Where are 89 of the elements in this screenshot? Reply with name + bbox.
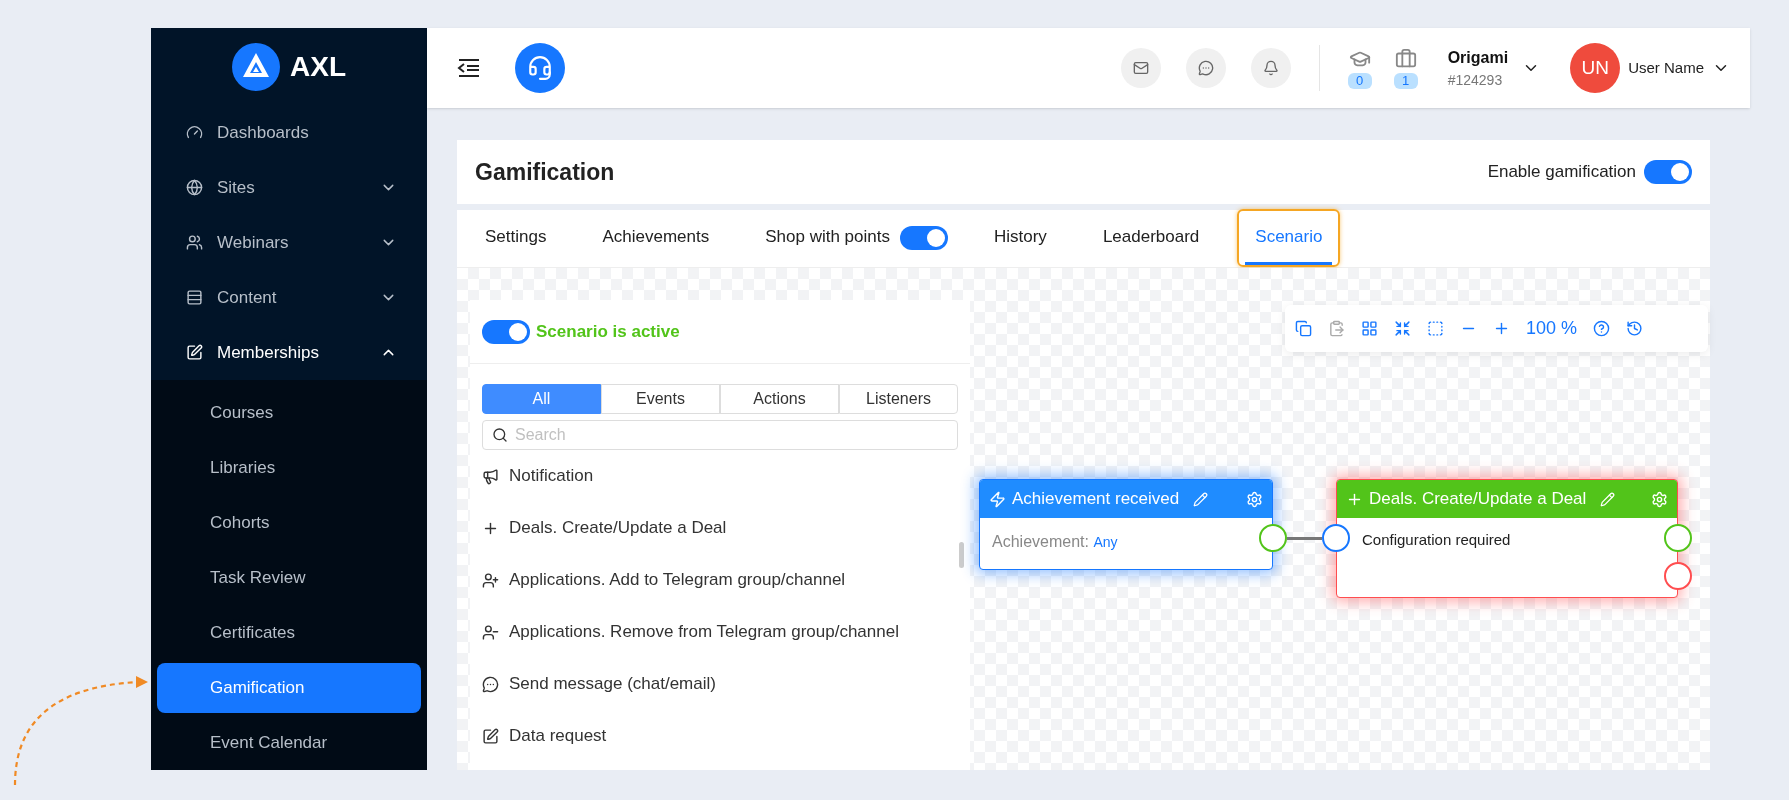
element-item[interactable]: Send message (chat/email) bbox=[470, 658, 970, 710]
node-status: Configuration required bbox=[1362, 531, 1511, 548]
nav-item[interactable]: Memberships bbox=[151, 325, 427, 380]
element-item[interactable]: Deals. Create/Update a Deal bbox=[470, 502, 970, 554]
tab[interactable]: History bbox=[983, 211, 1057, 265]
copy-icon[interactable] bbox=[1295, 320, 1312, 337]
fit-icon[interactable] bbox=[1394, 320, 1411, 337]
tab[interactable]: Shop with points bbox=[755, 211, 900, 265]
zoom-level: 100 % bbox=[1526, 317, 1578, 340]
mail-button[interactable] bbox=[1120, 48, 1161, 88]
headset-icon bbox=[527, 55, 553, 81]
scenario-node[interactable]: Deals. Create/Update a Deal Configuration required bbox=[1336, 479, 1678, 598]
frame-icon[interactable] bbox=[1427, 320, 1444, 337]
paste-icon[interactable] bbox=[1328, 320, 1345, 337]
element-item[interactable]: Applications. Remove from Telegram group/channel bbox=[470, 606, 970, 658]
settings-icon[interactable] bbox=[1246, 490, 1263, 508]
filter-tab[interactable]: Listeners bbox=[839, 384, 958, 414]
chat-button[interactable] bbox=[1185, 48, 1226, 88]
zoom-in-icon[interactable] bbox=[1493, 320, 1510, 337]
mail-icon bbox=[1132, 60, 1149, 76]
shop-toggle[interactable] bbox=[899, 226, 948, 250]
filter-tab[interactable]: Actions bbox=[720, 384, 839, 414]
element-item[interactable]: Applications. Add to Telegram group/channel bbox=[470, 554, 970, 606]
input-port[interactable] bbox=[1322, 524, 1350, 552]
edit-icon[interactable] bbox=[1600, 491, 1616, 507]
counter-badge: 1 bbox=[1393, 72, 1418, 89]
grid-icon[interactable] bbox=[1361, 320, 1378, 337]
user-minus-icon bbox=[482, 623, 499, 641]
edit-icon bbox=[186, 344, 203, 361]
list-icon bbox=[186, 289, 203, 306]
logo-icon bbox=[232, 42, 280, 91]
node-title: Achievement received bbox=[1012, 488, 1180, 511]
node-field-value[interactable]: Any bbox=[1093, 534, 1118, 550]
account-name: Origami bbox=[1447, 47, 1509, 68]
help-icon[interactable] bbox=[1593, 320, 1611, 337]
users-icon bbox=[186, 234, 203, 251]
search-field[interactable]: Search bbox=[482, 420, 958, 450]
menu-icon[interactable] bbox=[457, 58, 481, 78]
nav-item[interactable]: Dashboards bbox=[151, 105, 427, 160]
filter-tab[interactable]: Events bbox=[601, 384, 720, 414]
node-title: Deals. Create/Update a Deal bbox=[1369, 488, 1587, 511]
avatar[interactable]: UN bbox=[1570, 43, 1621, 93]
output-port[interactable] bbox=[1259, 524, 1287, 552]
gauge-icon bbox=[186, 124, 203, 141]
connector-line bbox=[1287, 537, 1322, 540]
scrollbar bbox=[959, 542, 964, 568]
nav-item[interactable]: Libraries bbox=[157, 442, 421, 493]
element-item[interactable]: Data request bbox=[470, 710, 970, 762]
nav-item[interactable]: Webinars bbox=[151, 215, 427, 270]
chat-icon bbox=[1197, 60, 1214, 76]
nav-item[interactable]: Cohorts bbox=[157, 497, 421, 548]
success-port[interactable] bbox=[1664, 524, 1692, 552]
nav-item[interactable]: Sites bbox=[151, 160, 427, 215]
error-port[interactable] bbox=[1664, 562, 1692, 590]
search-icon bbox=[492, 427, 508, 443]
tab[interactable]: Leaderboard bbox=[1092, 211, 1210, 265]
scenario-node[interactable]: Achievement received Achievement: Any bbox=[979, 479, 1273, 570]
lightning-icon bbox=[989, 490, 1006, 508]
nav-item[interactable]: Courses bbox=[157, 387, 421, 438]
tab[interactable]: Achievements bbox=[592, 211, 720, 265]
globe-icon bbox=[186, 179, 203, 196]
user-plus-icon bbox=[482, 571, 499, 589]
nav-item[interactable]: Event Calendar bbox=[157, 717, 421, 768]
nav-item[interactable]: Gamification bbox=[157, 662, 421, 713]
scenario-toggle[interactable] bbox=[482, 319, 530, 344]
nav-item[interactable]: Certificates bbox=[157, 607, 421, 658]
toggle-label: Enable gamification bbox=[1487, 161, 1636, 184]
nav-item[interactable]: Task Review bbox=[157, 552, 421, 603]
tab[interactable]: Settings bbox=[475, 211, 557, 265]
logo-text: AXL bbox=[290, 49, 346, 84]
megaphone-icon bbox=[482, 467, 499, 485]
history-icon[interactable] bbox=[1626, 320, 1644, 337]
scenario-status: Scenario is active bbox=[536, 320, 680, 343]
briefcase-icon[interactable] bbox=[1394, 47, 1417, 70]
bell-icon bbox=[1262, 60, 1279, 76]
page-title: Gamification bbox=[475, 157, 616, 187]
support-button[interactable] bbox=[515, 43, 565, 93]
user-name[interactable]: User Name bbox=[1628, 56, 1704, 80]
element-item[interactable]: Notification bbox=[470, 450, 970, 502]
account-id: #124293 bbox=[1447, 70, 1504, 90]
edit-icon[interactable] bbox=[1193, 491, 1209, 507]
chat-icon bbox=[482, 675, 499, 693]
node-field: Achievement: bbox=[992, 533, 1094, 550]
gamification-toggle[interactable] bbox=[1644, 160, 1692, 184]
notifications-button[interactable] bbox=[1250, 48, 1291, 88]
counter-badge: 0 bbox=[1347, 72, 1372, 89]
nav-item[interactable]: Content bbox=[151, 270, 427, 325]
edit-icon bbox=[482, 727, 499, 745]
settings-icon[interactable] bbox=[1651, 490, 1668, 508]
